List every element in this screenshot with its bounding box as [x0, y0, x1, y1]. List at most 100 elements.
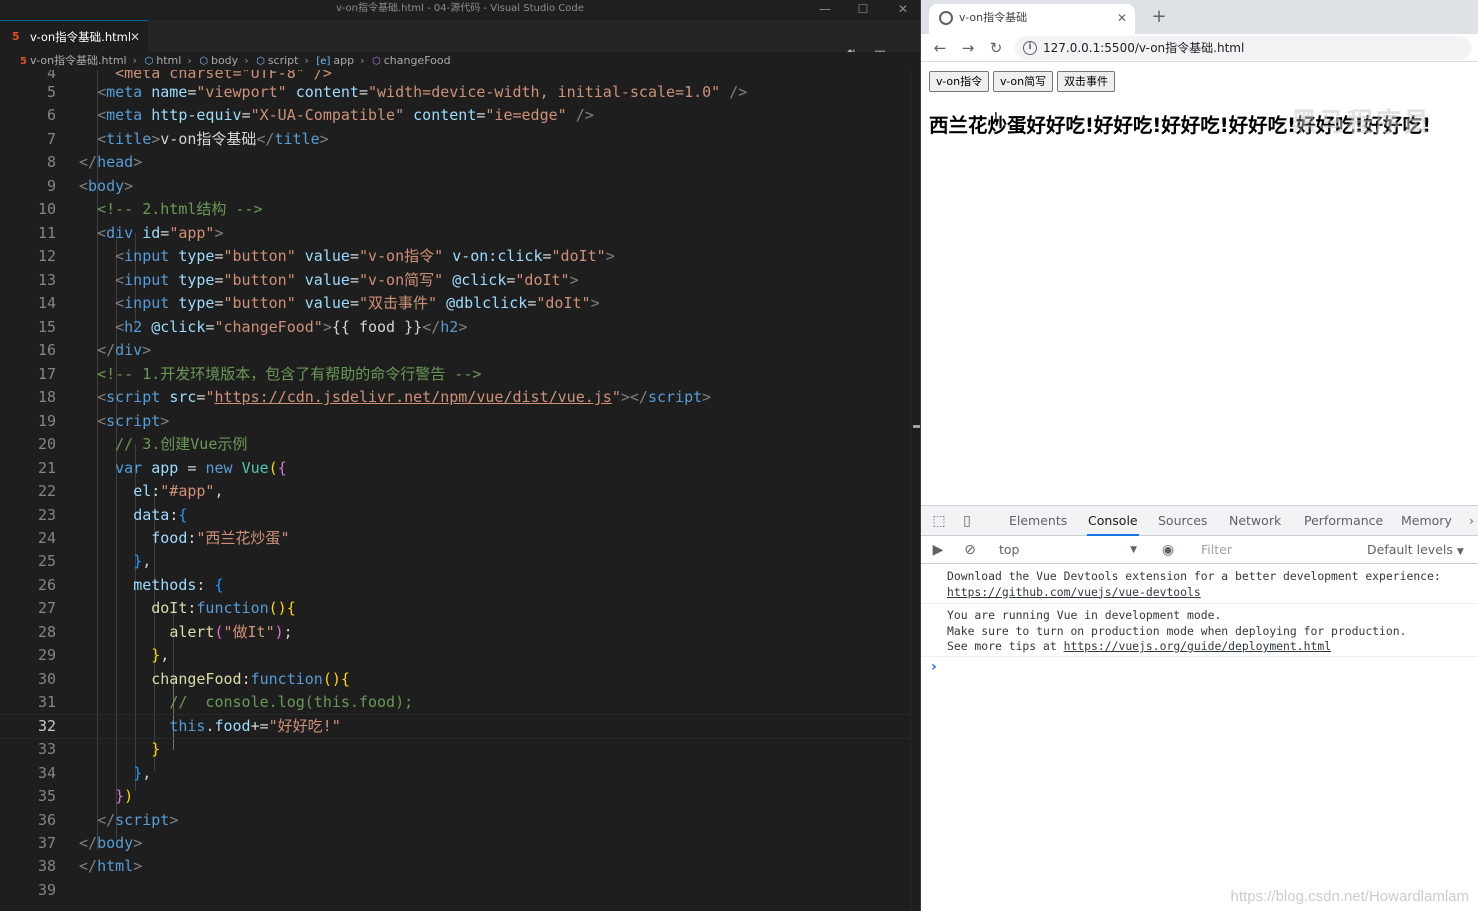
tab-elements[interactable]: Elements — [1009, 506, 1067, 536]
code-token: food — [151, 529, 188, 547]
inspect-icon[interactable]: ⬚ — [930, 512, 948, 530]
globe-icon — [939, 11, 953, 25]
code-token: "#app" — [160, 482, 215, 500]
console-text: See more tips at — [947, 639, 1064, 653]
line-number: 19 — [37, 412, 56, 430]
console-link[interactable]: https://github.com/vuejs/vue-devtools — [947, 585, 1201, 599]
code-token: input — [124, 294, 170, 312]
close-tab-icon[interactable]: ✕ — [1117, 4, 1127, 32]
code-token: "button" — [223, 247, 296, 265]
line-number: 28 — [37, 623, 56, 641]
tab-performance[interactable]: Performance — [1304, 506, 1383, 536]
code-token: "ie=edge" — [485, 106, 567, 124]
info-icon[interactable]: i — [1023, 41, 1037, 55]
breadcrumb-app[interactable]: app — [333, 54, 354, 67]
code-token: "button" — [223, 271, 296, 289]
console-prompt-icon[interactable]: › — [931, 659, 937, 675]
console-link[interactable]: https://vuejs.org/guide/deployment.html — [1064, 639, 1331, 653]
code-line: 21 var app = new Vue({ — [0, 457, 910, 480]
line-number: 14 — [37, 294, 56, 312]
dblclick-button[interactable]: 双击事件 — [1057, 71, 1115, 92]
code-token: src — [169, 388, 197, 406]
breadcrumb-body[interactable]: body — [211, 54, 238, 67]
line-number: 12 — [37, 247, 56, 265]
tab-console[interactable]: Console — [1087, 506, 1139, 536]
v-on-button[interactable]: v-on指令 — [929, 71, 990, 92]
devtools-tabs: ⬚ ▯ Elements Console Sources Network Per… — [921, 506, 1478, 536]
code-line: 36 </script> — [0, 809, 910, 832]
close-tab-icon[interactable]: ✕ — [130, 21, 140, 53]
code-line: 6 <meta http-equiv="X-UA-Compatible" con… — [0, 104, 910, 127]
editor-tab-active[interactable]: 5 v-on指令基础.html ✕ — [0, 20, 148, 52]
code-token: new — [205, 459, 233, 477]
code-token: type — [178, 294, 215, 312]
code-token: http-equiv — [151, 106, 242, 124]
script-src-link[interactable]: https://cdn.jsdelivr.net/npm/vue/dist/vu… — [214, 388, 611, 406]
code-line: 17 <!-- 1.开发环境版本，包含了有帮助的命令行警告 --> — [0, 363, 910, 386]
code-token: input — [124, 271, 170, 289]
back-arrow-icon[interactable]: ← — [929, 37, 951, 59]
breadcrumb-method[interactable]: changeFood — [384, 54, 451, 67]
code-token: v-on指令基础 — [160, 130, 257, 148]
breadcrumb: 5 v-on指令基础.html › ⬡ html › ⬡ body › ⬡ script › [… — [0, 52, 920, 70]
code-token: "doIt" — [536, 294, 591, 312]
vscode-titlebar: v-on指令基础.html - 04-源代码 - Visual Studio C… — [0, 0, 920, 20]
clear-console-icon[interactable]: ⊘ — [961, 541, 979, 559]
code-line: 29 }, — [0, 644, 910, 667]
browser-tab-active[interactable]: v-on指令基础 ✕ — [929, 4, 1135, 34]
line-number: 29 — [37, 646, 56, 664]
code-token: script — [106, 388, 161, 406]
element-icon: ⬡ — [199, 56, 208, 67]
code-line: 20 // 3.创建Vue示例 — [0, 433, 910, 456]
forward-arrow-icon[interactable]: → — [957, 37, 979, 59]
code-token: div — [115, 341, 143, 359]
code-token: type — [178, 247, 215, 265]
minimize-icon[interactable]: — — [805, 0, 845, 20]
sidebar-toggle-icon[interactable]: ▶ — [929, 541, 947, 559]
line-number: 13 — [37, 271, 56, 289]
tab-sources[interactable]: Sources — [1158, 506, 1207, 536]
code-line: 26 methods: { — [0, 574, 910, 597]
breadcrumb-script[interactable]: script — [268, 54, 299, 67]
dropdown-caret-icon: ▼ — [1456, 547, 1464, 557]
code-line: 33 } — [0, 738, 910, 761]
line-number: 7 — [46, 130, 56, 148]
tab-network[interactable]: Network — [1229, 506, 1281, 536]
line-number: 35 — [37, 787, 56, 805]
breadcrumb-html[interactable]: html — [156, 54, 181, 67]
code-token: title — [274, 130, 320, 148]
code-line-current: 32 this.food+="好好吃!" — [0, 713, 910, 740]
code-token: function — [196, 599, 269, 617]
html5-icon: 5 — [20, 56, 27, 67]
more-tabs-icon[interactable]: › — [1469, 506, 1474, 536]
line-number: 9 — [46, 177, 56, 195]
code-token: this — [169, 717, 206, 735]
code-token: var — [115, 459, 143, 477]
breadcrumb-file[interactable]: v-on指令基础.html — [30, 54, 127, 67]
code-line: 5 <meta name="viewport" content="width=d… — [0, 81, 910, 104]
tab-memory[interactable]: Memory — [1401, 506, 1452, 536]
code-token: <!-- 1.开发环境版本，包含了有帮助的命令行警告 --> — [97, 365, 482, 383]
code-token: food — [214, 717, 251, 735]
close-window-icon[interactable]: ✕ — [883, 0, 923, 20]
v-on-shorthand-button[interactable]: v-on简写 — [993, 71, 1054, 92]
context-selector[interactable]: top ▼ — [995, 536, 1145, 564]
code-token: el — [133, 482, 152, 500]
device-toggle-icon[interactable]: ▯ — [958, 512, 976, 530]
maximize-icon[interactable]: ☐ — [843, 0, 883, 20]
code-token: content — [295, 83, 359, 101]
code-editor[interactable]: 4 <meta charset="UTF-8" /> 5 <meta name=… — [0, 70, 910, 911]
code-token: alert — [169, 623, 215, 641]
code-token: "doIt" — [551, 247, 606, 265]
window-title: v-on指令基础.html - 04-源代码 - Visual Studio C… — [336, 3, 584, 14]
line-number: 8 — [46, 153, 56, 171]
editor-scrollbar[interactable] — [910, 70, 921, 911]
code-token: app — [151, 459, 179, 477]
log-levels-dropdown[interactable]: Default levels ▼ — [1367, 536, 1464, 564]
address-bar[interactable]: i 127.0.0.1:5500/v-on指令基础.html — [1015, 36, 1471, 60]
eye-icon[interactable]: ◉ — [1159, 541, 1177, 559]
line-number: 10 — [37, 200, 56, 218]
reload-icon[interactable]: ↻ — [985, 37, 1007, 59]
new-tab-icon[interactable]: + — [1147, 4, 1171, 30]
console-filter-input[interactable]: Filter — [1197, 540, 1357, 560]
